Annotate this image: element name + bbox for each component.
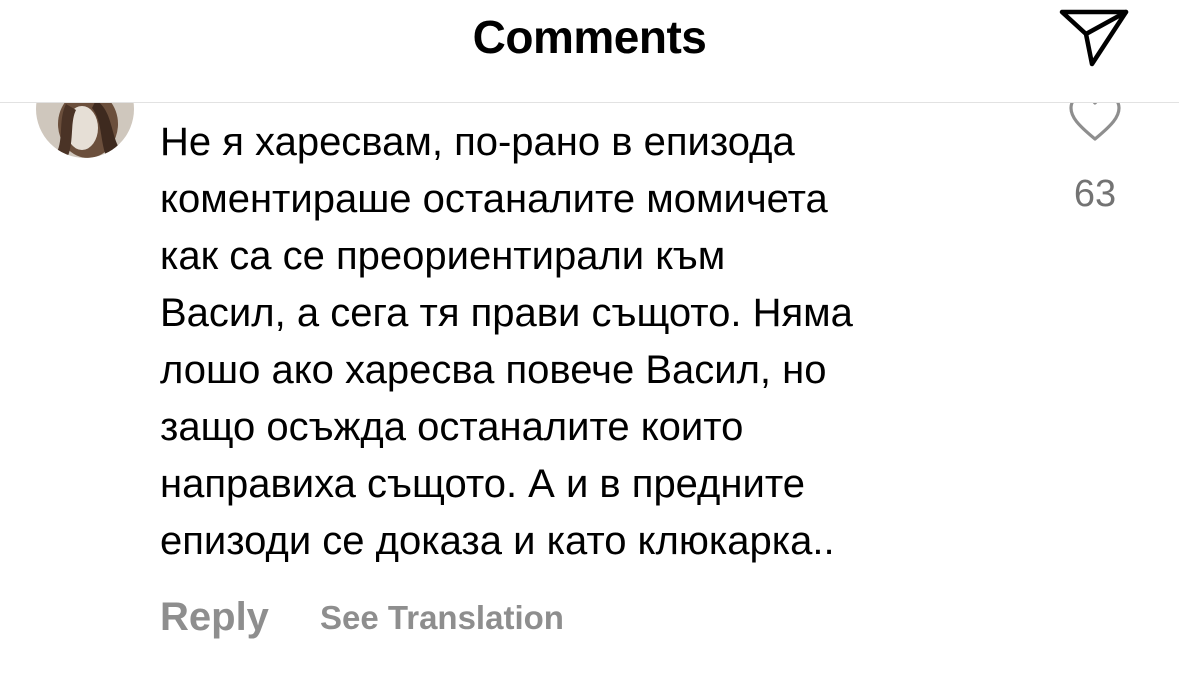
paper-plane-icon	[1059, 9, 1129, 67]
see-translation-button[interactable]: See Translation	[320, 596, 564, 640]
like-count: 63	[1073, 173, 1117, 215]
comments-header: Comments	[0, 0, 1179, 103]
comment-text: Не я харесвам, по-рано в епизода коменти…	[160, 120, 853, 563]
share-button[interactable]	[1054, 4, 1134, 68]
page-title: Comments	[472, 11, 707, 63]
reply-button[interactable]: Reply	[160, 592, 269, 642]
